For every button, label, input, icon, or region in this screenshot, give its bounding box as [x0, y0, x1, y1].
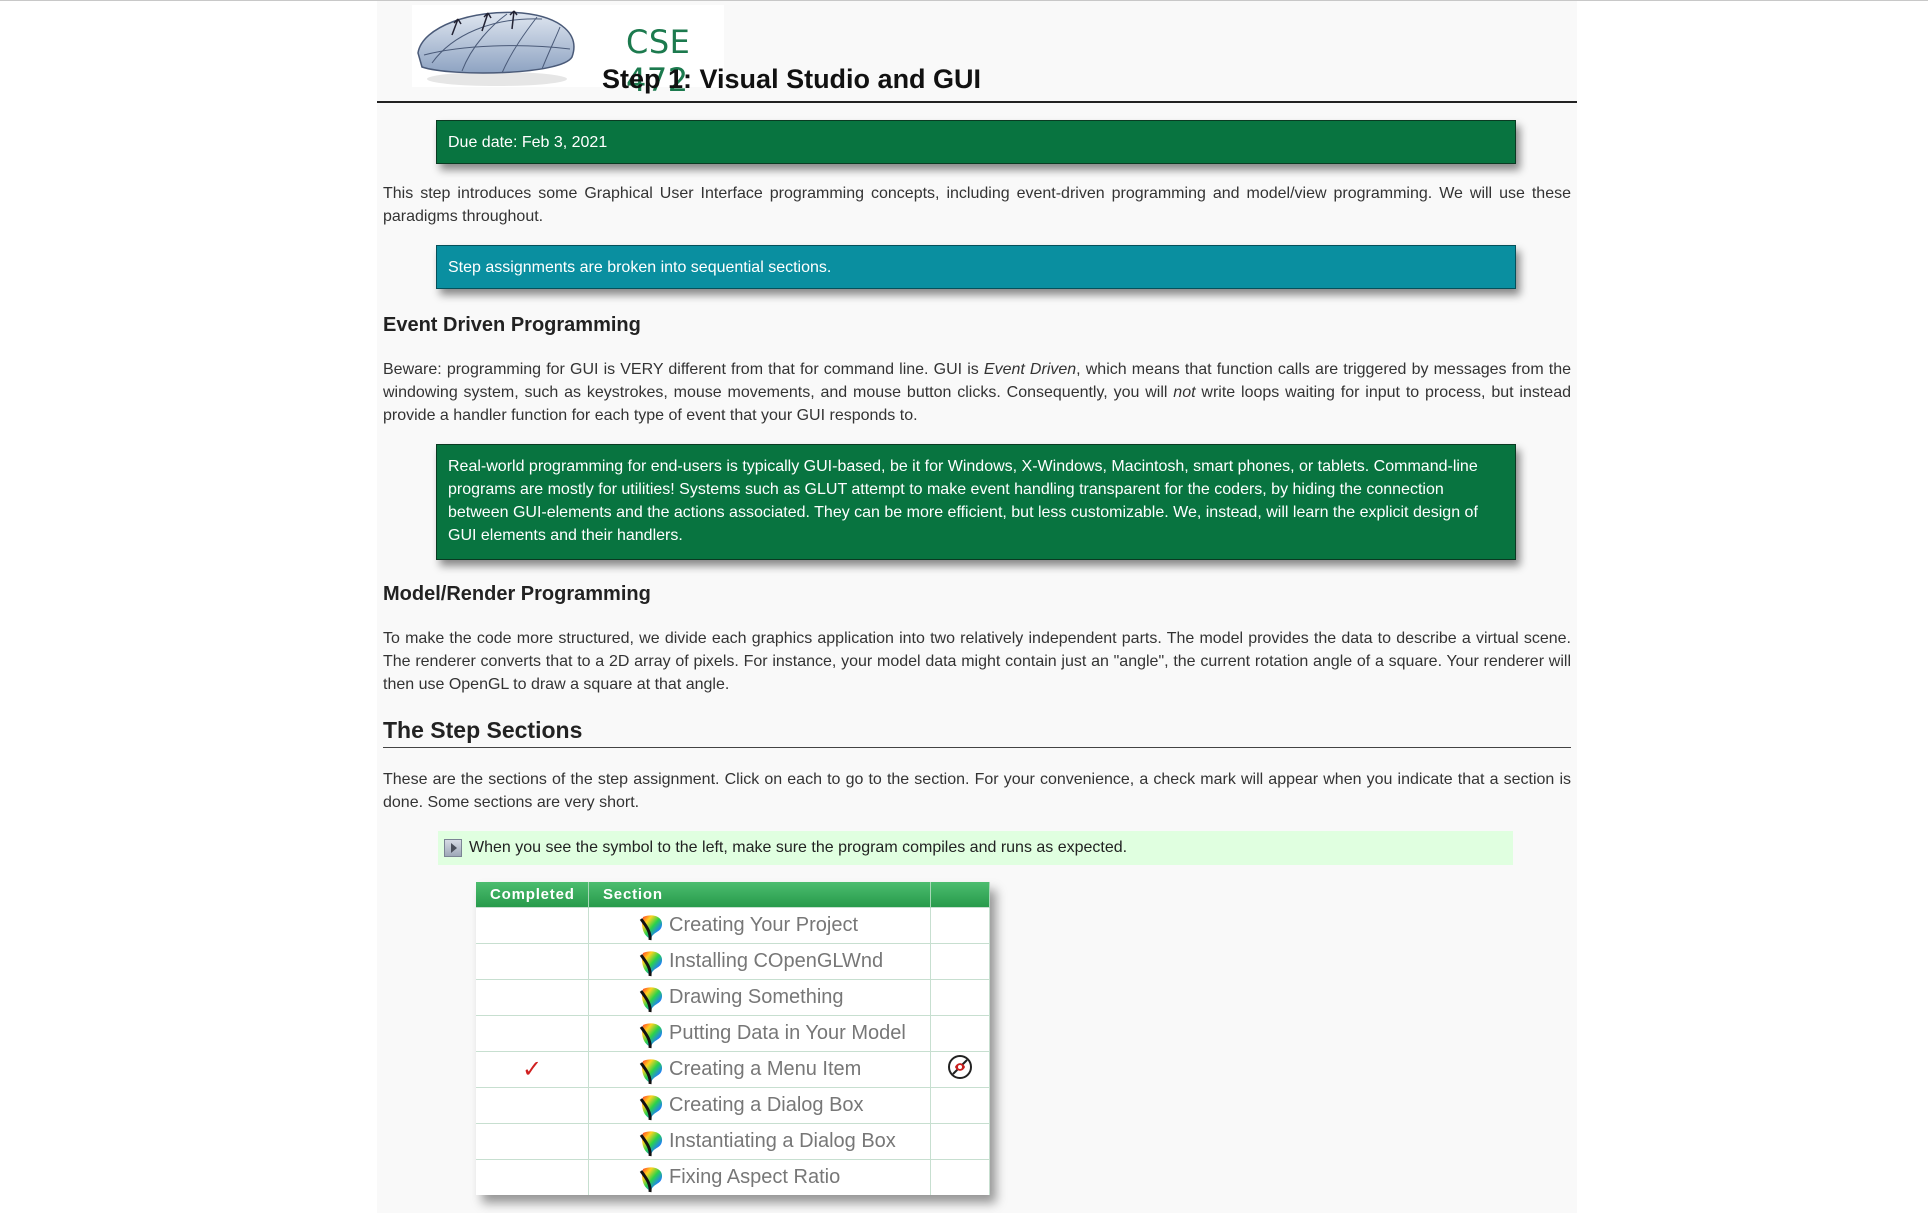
- section-link[interactable]: Fixing Aspect Ratio: [588, 1159, 931, 1195]
- table-header-row: Completed Section: [476, 882, 990, 908]
- paint-palette-icon: [639, 949, 665, 977]
- table-row: Installing COpenGLWnd: [476, 943, 990, 980]
- completed-cell: ✓: [476, 1051, 589, 1088]
- no-symbol-icon: [947, 1054, 973, 1085]
- real-world-callout: Real-world programming for end-users is …: [436, 444, 1516, 560]
- marker-cell: [930, 907, 990, 944]
- compile-note: When you see the symbol to the left, mak…: [438, 831, 1513, 865]
- check-mark-icon: ✓: [521, 1055, 543, 1083]
- completed-cell: [476, 1159, 589, 1195]
- marker-cell: [930, 1015, 990, 1052]
- completed-cell: [476, 907, 589, 944]
- paint-palette-icon: [639, 985, 665, 1013]
- marker-cell: [930, 1051, 990, 1088]
- event-driven-paragraph: Beware: programming for GUI is VERY diff…: [383, 358, 1571, 427]
- section-label: Creating a Menu Item: [669, 1058, 862, 1080]
- section-link[interactable]: Putting Data in Your Model: [588, 1015, 931, 1052]
- sections-callout: Step assignments are broken into sequent…: [436, 245, 1516, 289]
- model-render-heading: Model/Render Programming: [383, 583, 651, 605]
- step-sections-heading: The Step Sections: [383, 717, 1571, 748]
- section-link[interactable]: Installing COpenGLWnd: [588, 943, 931, 980]
- paint-palette-icon: [639, 1021, 665, 1049]
- section-label: Instantiating a Dialog Box: [669, 1130, 896, 1152]
- table-row: Creating a Dialog Box: [476, 1087, 990, 1124]
- page-title: Step 1: Visual Studio and GUI: [602, 64, 982, 94]
- paint-palette-icon: [639, 913, 665, 941]
- wireframe-mouse-icon: [417, 10, 575, 86]
- table-row: Instantiating a Dialog Box: [476, 1123, 990, 1160]
- section-label: Drawing Something: [669, 986, 844, 1008]
- event-driven-heading: Event Driven Programming: [383, 314, 641, 336]
- completed-cell: [476, 943, 589, 980]
- page-header: CSE 472 Step 1: Visual Studio and GUI: [377, 1, 1577, 103]
- marker-cell: [930, 1123, 990, 1160]
- completed-cell: [476, 1087, 589, 1124]
- intro-paragraph: This step introduces some Graphical User…: [383, 185, 1571, 225]
- model-render-paragraph: To make the code more structured, we div…: [383, 630, 1571, 693]
- page-container: CSE 472 Step 1: Visual Studio and GUI Du…: [377, 1, 1577, 1213]
- section-label: Creating Your Project: [669, 914, 859, 936]
- section-label: Installing COpenGLWnd: [669, 950, 884, 972]
- completed-cell: [476, 979, 589, 1016]
- paint-palette-icon: [639, 1129, 665, 1157]
- sections-table: Completed Section Creating Your Project: [476, 882, 990, 1195]
- marker-cell: [930, 1087, 990, 1124]
- compile-note-text: When you see the symbol to the left, mak…: [469, 839, 1128, 856]
- sections-table-wrapper: Completed Section Creating Your Project: [476, 882, 990, 1195]
- section-link[interactable]: Creating a Dialog Box: [588, 1087, 931, 1124]
- paint-palette-icon: [639, 1093, 665, 1121]
- table-row: Creating Your Project: [476, 907, 990, 944]
- completed-cell: [476, 1123, 589, 1160]
- section-link[interactable]: Creating a Menu Item: [588, 1051, 931, 1088]
- due-date-callout: Due date: Feb 3, 2021: [436, 120, 1516, 164]
- section-link[interactable]: Drawing Something: [588, 979, 931, 1016]
- marker-cell: [930, 943, 990, 980]
- section-label: Fixing Aspect Ratio: [669, 1166, 841, 1188]
- play-icon: [444, 839, 462, 857]
- section-link[interactable]: Creating Your Project: [588, 907, 931, 944]
- col-marker: [930, 882, 990, 908]
- table-row: Drawing Something: [476, 979, 990, 1016]
- paint-palette-icon: [639, 1057, 665, 1085]
- para-emphasis: not: [1173, 384, 1196, 401]
- section-label: Creating a Dialog Box: [669, 1094, 864, 1116]
- col-completed: Completed: [476, 882, 589, 908]
- step-sections-paragraph: These are the sections of the step assig…: [383, 771, 1571, 811]
- para-text: Beware: programming for GUI is VERY diff…: [383, 361, 984, 378]
- section-label: Putting Data in Your Model: [669, 1022, 906, 1044]
- section-link[interactable]: Instantiating a Dialog Box: [588, 1123, 931, 1160]
- table-row: ✓ Creating a Menu Item: [476, 1051, 990, 1088]
- completed-cell: [476, 1015, 589, 1052]
- paint-palette-icon: [639, 1165, 665, 1193]
- marker-cell: [930, 1159, 990, 1195]
- col-section: Section: [588, 882, 931, 908]
- para-emphasis: Event Driven: [983, 361, 1077, 378]
- table-row: Putting Data in Your Model: [476, 1015, 990, 1052]
- table-row: Fixing Aspect Ratio: [476, 1159, 990, 1195]
- marker-cell: [930, 979, 990, 1016]
